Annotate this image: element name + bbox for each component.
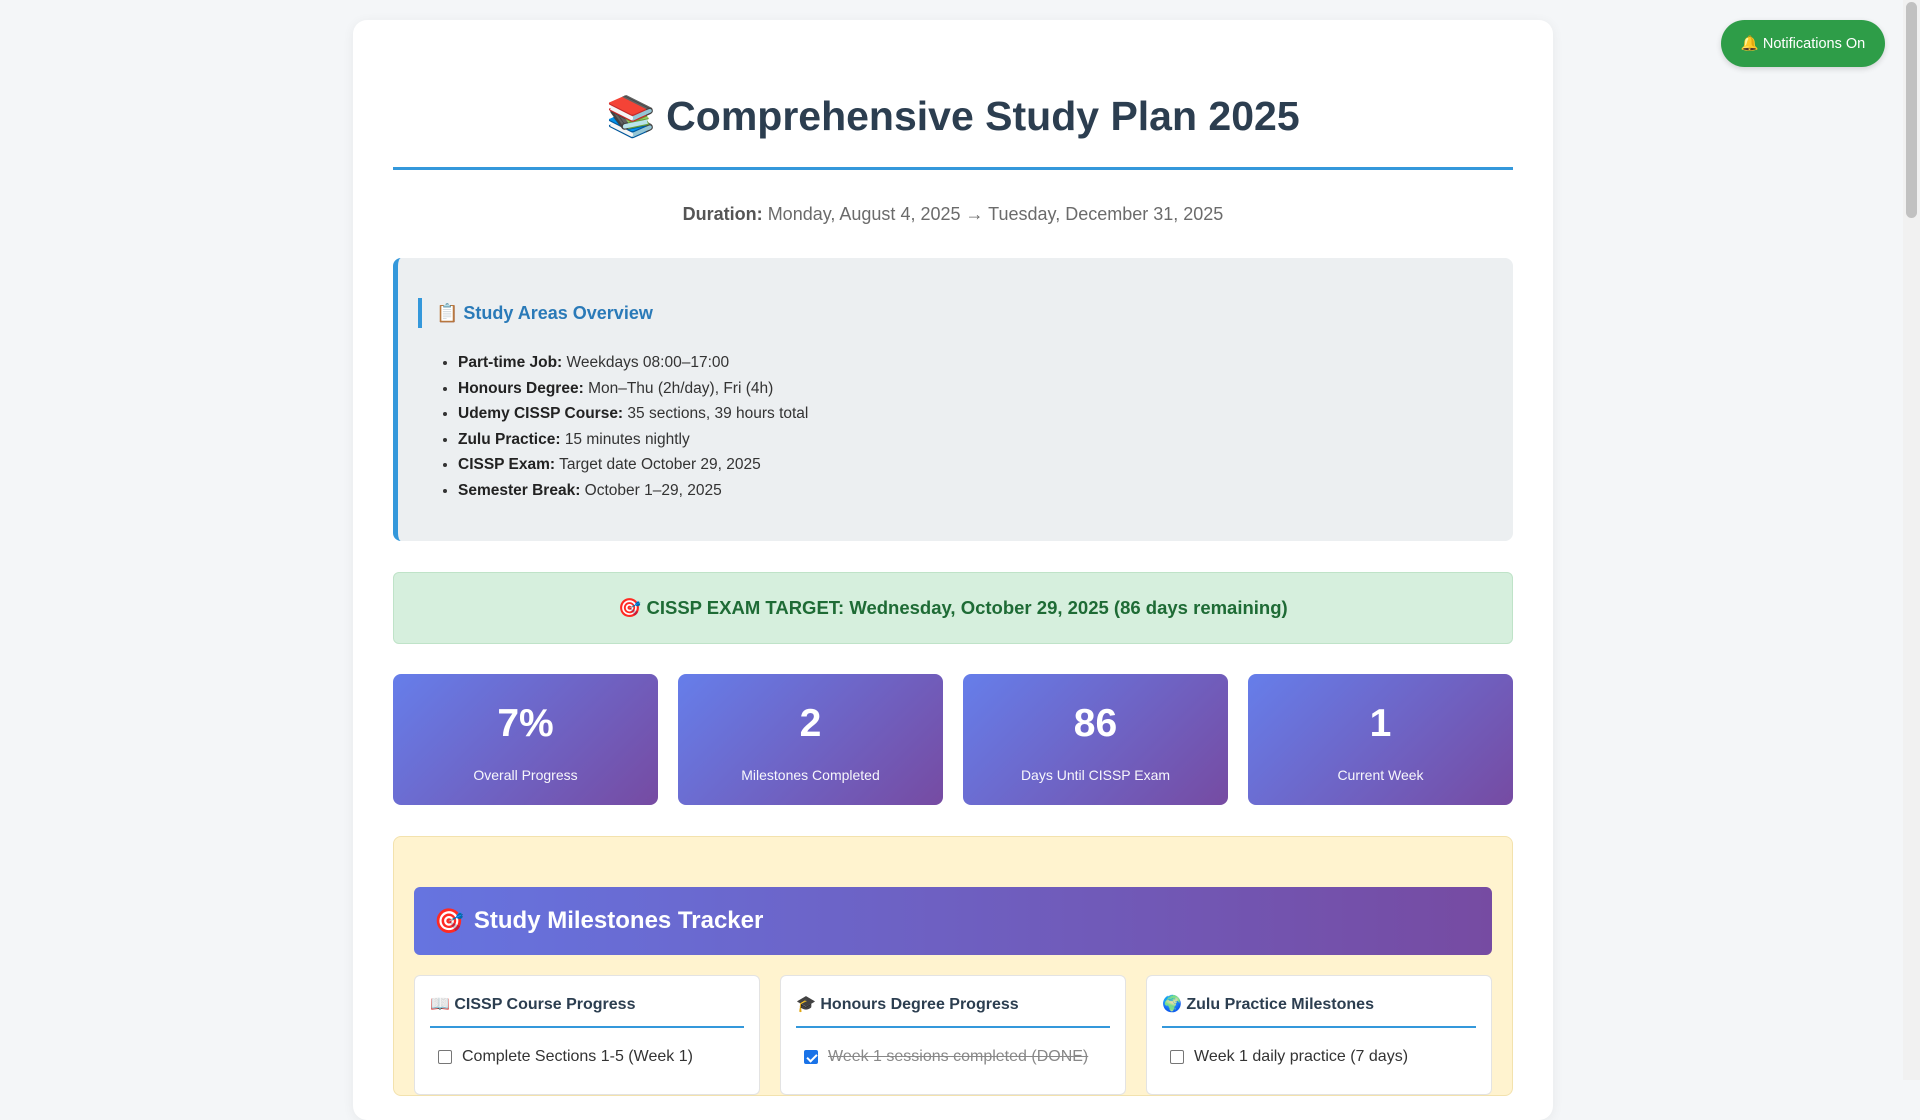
overview-heading: 📋 Study Areas Overview <box>418 298 1493 328</box>
milestones-columns: 📖 CISSP Course Progress Complete Section… <box>414 975 1492 1095</box>
milestone-column-title: 📖 CISSP Course Progress <box>430 994 744 1028</box>
stat-card-milestones-completed: 2 Milestones Completed <box>678 674 943 805</box>
overview-item-zulu: Zulu Practice: 15 minutes nightly <box>458 427 1493 453</box>
overview-item-label: Udemy CISSP Course: <box>458 405 624 423</box>
milestone-column-cissp: 📖 CISSP Course Progress Complete Section… <box>414 975 760 1095</box>
scrollbar-thumb[interactable] <box>1906 2 1917 218</box>
notifications-button-label: 🔔 Notifications On <box>1740 36 1866 52</box>
page-title-text: Comprehensive Study Plan 2025 <box>666 93 1300 139</box>
stat-label: Days Until CISSP Exam <box>1020 767 1171 783</box>
study-plan-content: 📚 Comprehensive Study Plan 2025 Duration:… <box>353 20 1553 1096</box>
milestone-checkbox[interactable] <box>804 1050 818 1064</box>
overview-item-label: Honours Degree: <box>458 379 584 397</box>
exam-target-text: 🎯 CISSP EXAM TARGET: Wednesday, October … <box>618 597 1288 618</box>
milestone-item[interactable]: Complete Sections 1-5 (Week 1) <box>430 1048 744 1066</box>
milestone-checkbox[interactable] <box>1170 1050 1184 1064</box>
overview-item-value: Target date October 29, 2025 <box>559 456 761 474</box>
overview-item-honours: Honours Degree: Mon–Thu (2h/day), Fri (4… <box>458 376 1493 402</box>
exam-target-banner: 🎯 CISSP EXAM TARGET: Wednesday, October … <box>393 572 1513 644</box>
milestones-header-text: Study Milestones Tracker <box>473 907 764 934</box>
books-icon: 📚 <box>606 95 657 139</box>
milestone-column-honours: 🎓 Honours Degree Progress Week 1 session… <box>780 975 1126 1095</box>
milestone-column-title: 🎓 Honours Degree Progress <box>796 994 1110 1028</box>
stat-card-days-until-exam: 86 Days Until CISSP Exam <box>963 674 1228 805</box>
milestone-item[interactable]: Week 1 daily practice (7 days) <box>1162 1048 1476 1066</box>
stat-value: 7% <box>497 702 554 745</box>
page-scrollbar[interactable] <box>1903 0 1920 1080</box>
overview-item-job: Part-time Job: Weekdays 08:00–17:00 <box>458 350 1493 376</box>
overview-item-label: Zulu Practice: <box>458 430 561 448</box>
overview-item-exam: CISSP Exam: Target date October 29, 2025 <box>458 452 1493 478</box>
milestones-tracker: 🎯 Study Milestones Tracker 📖 CISSP Cours… <box>393 836 1513 1096</box>
stat-card-current-week: 1 Current Week <box>1248 674 1513 805</box>
overview-item-break: Semester Break: October 1–29, 2025 <box>458 478 1493 504</box>
milestone-item-text: Week 1 daily practice (7 days) <box>1194 1048 1409 1065</box>
duration-value: Monday, August 4, 2025 → Tuesday, Decemb… <box>767 204 1224 224</box>
stats-row: 7% Overall Progress 2 Milestones Complet… <box>393 674 1513 805</box>
overview-item-value: 35 sections, 39 hours total <box>627 405 809 423</box>
stat-label: Milestones Completed <box>741 767 880 783</box>
title-section: 📚 Comprehensive Study Plan 2025 <box>393 20 1513 170</box>
duration-line: Duration: Monday, August 4, 2025 → Tuesd… <box>393 204 1513 225</box>
milestone-checkbox[interactable] <box>438 1050 452 1064</box>
stat-value: 1 <box>1369 702 1392 745</box>
target-icon: 🎯 <box>434 907 464 935</box>
milestone-item-text: Week 1 sessions completed (DONE) <box>828 1048 1089 1065</box>
stat-card-overall-progress: 7% Overall Progress <box>393 674 658 805</box>
milestone-item-text: Complete Sections 1-5 (Week 1) <box>462 1048 693 1065</box>
overview-item-udemy: Udemy CISSP Course: 35 sections, 39 hour… <box>458 401 1493 427</box>
overview-item-label: Semester Break: <box>458 481 581 499</box>
page-title: 📚 Comprehensive Study Plan 2025 <box>393 93 1513 139</box>
overview-item-value: Mon–Thu (2h/day), Fri (4h) <box>588 379 774 397</box>
overview-item-value: Weekdays 08:00–17:00 <box>566 354 730 371</box>
overview-item-value: October 1–29, 2025 <box>584 481 722 499</box>
overview-item-label: Part-time Job: <box>458 354 563 371</box>
overview-item-label: CISSP Exam: <box>458 456 556 474</box>
stat-label: Overall Progress <box>473 767 578 783</box>
milestone-column-zulu: 🌍 Zulu Practice Milestones Week 1 daily … <box>1146 975 1492 1095</box>
duration-label: Duration: <box>682 204 763 224</box>
study-areas-overview: 📋 Study Areas Overview Part-time Job: We… <box>393 258 1513 541</box>
overview-item-value: 15 minutes nightly <box>564 430 690 448</box>
stat-value: 2 <box>799 702 822 745</box>
study-plan-card: 📚 Comprehensive Study Plan 2025 Duration:… <box>353 20 1553 1120</box>
notifications-toggle-button[interactable]: 🔔 Notifications On <box>1721 20 1885 67</box>
milestones-header: 🎯 Study Milestones Tracker <box>414 887 1492 955</box>
milestone-column-title: 🌍 Zulu Practice Milestones <box>1162 994 1476 1028</box>
stat-value: 86 <box>1073 702 1118 745</box>
overview-list: Part-time Job: Weekdays 08:00–17:00 Hono… <box>418 350 1493 504</box>
milestone-item[interactable]: Week 1 sessions completed (DONE) <box>796 1048 1110 1066</box>
stat-label: Current Week <box>1337 767 1424 783</box>
